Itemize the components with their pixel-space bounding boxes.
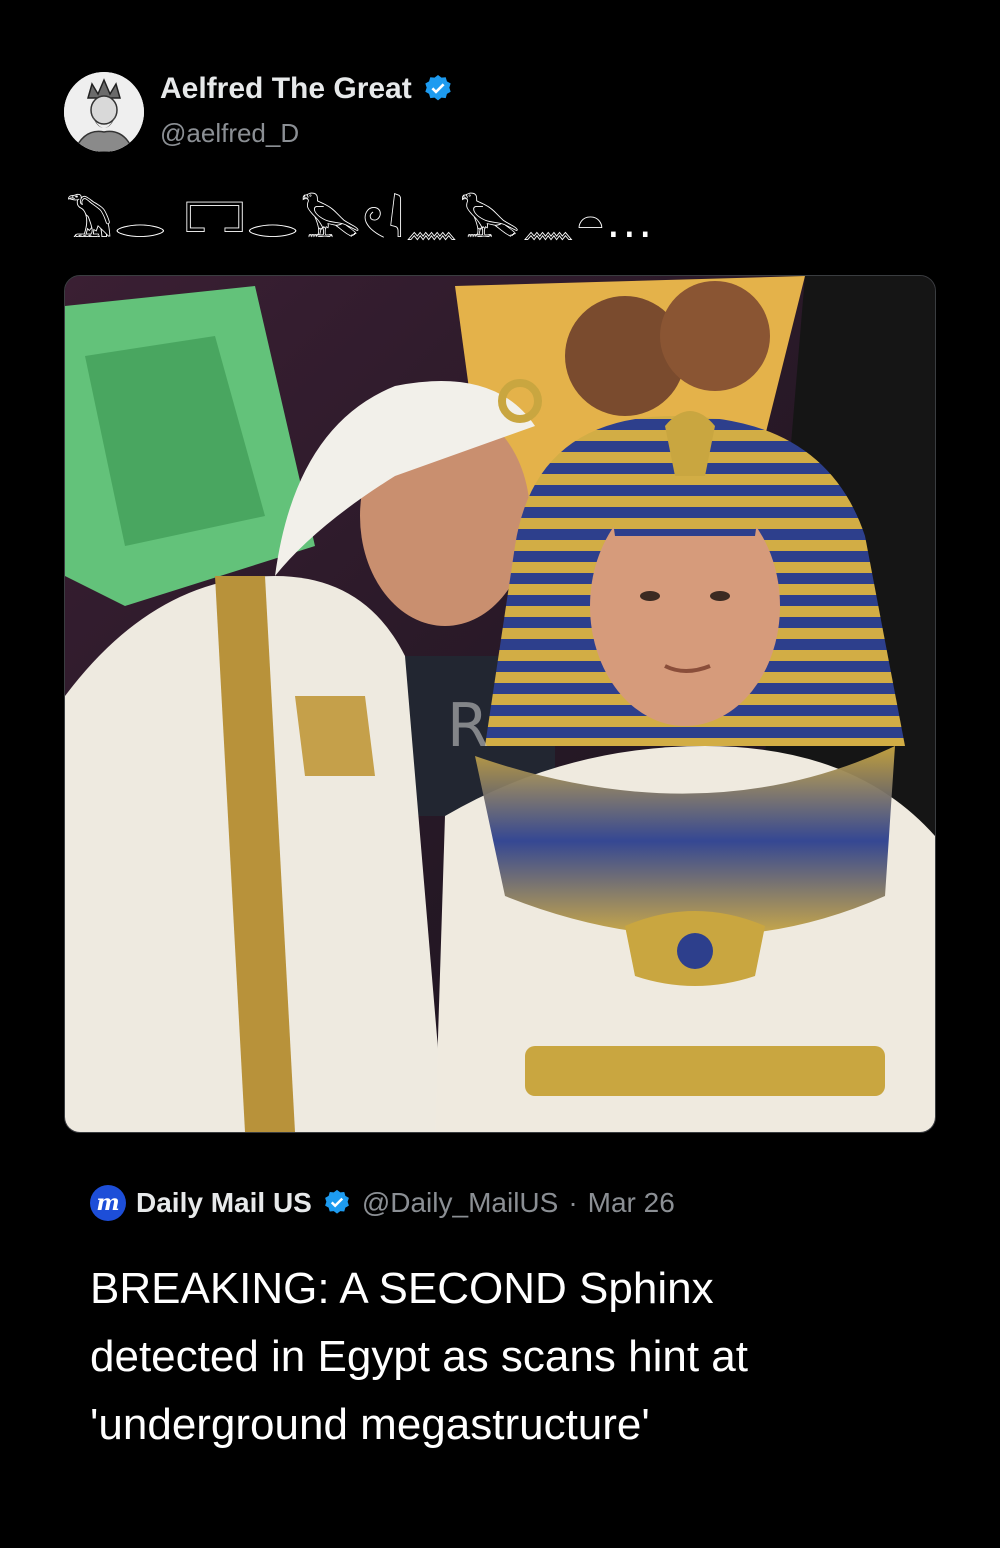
quoted-line-3: 'underground megastructure' [90,1400,650,1449]
quoted-post-text[interactable]: BREAKING: A SECOND Sphinx detected in Eg… [90,1255,930,1459]
daily-mail-logo: m [90,1185,126,1221]
verified-badge-icon [324,1189,349,1214]
quoted-line-2: detected in Egypt as scans hint at [90,1332,748,1381]
quoted-author-name[interactable]: Daily Mail US [136,1187,312,1219]
post: Aelfred The Great @aelfred_D 𓅐𓂋 𓉐𓂋𓅂𓏲𓇋𓈖𓅂𓈖… [0,0,1000,1548]
tweet-text: 𓅐𓂋 𓉐𓂋𓅂𓏲𓇋𓈖𓅂𓈖𓏏... [66,197,655,248]
verified-badge-icon [425,75,451,101]
author-avatar[interactable] [64,72,144,152]
author-name-text: Aelfred The Great [160,72,412,105]
author-handle[interactable]: @aelfred_D [160,118,299,149]
tweet-photo[interactable]: R [64,275,936,1133]
quoted-line-1: BREAKING: A SECOND Sphinx [90,1264,714,1313]
quoted-post-header[interactable]: m Daily Mail US @Daily_MailUS · Mar 26 [90,1185,675,1221]
quoted-author-handle[interactable]: @Daily_MailUS [362,1187,558,1219]
quoted-post-date[interactable]: Mar 26 [588,1187,675,1219]
background-sign-text: R [447,691,489,761]
separator-dot: · [568,1187,578,1218]
author-name[interactable]: Aelfred The Great [160,72,454,106]
